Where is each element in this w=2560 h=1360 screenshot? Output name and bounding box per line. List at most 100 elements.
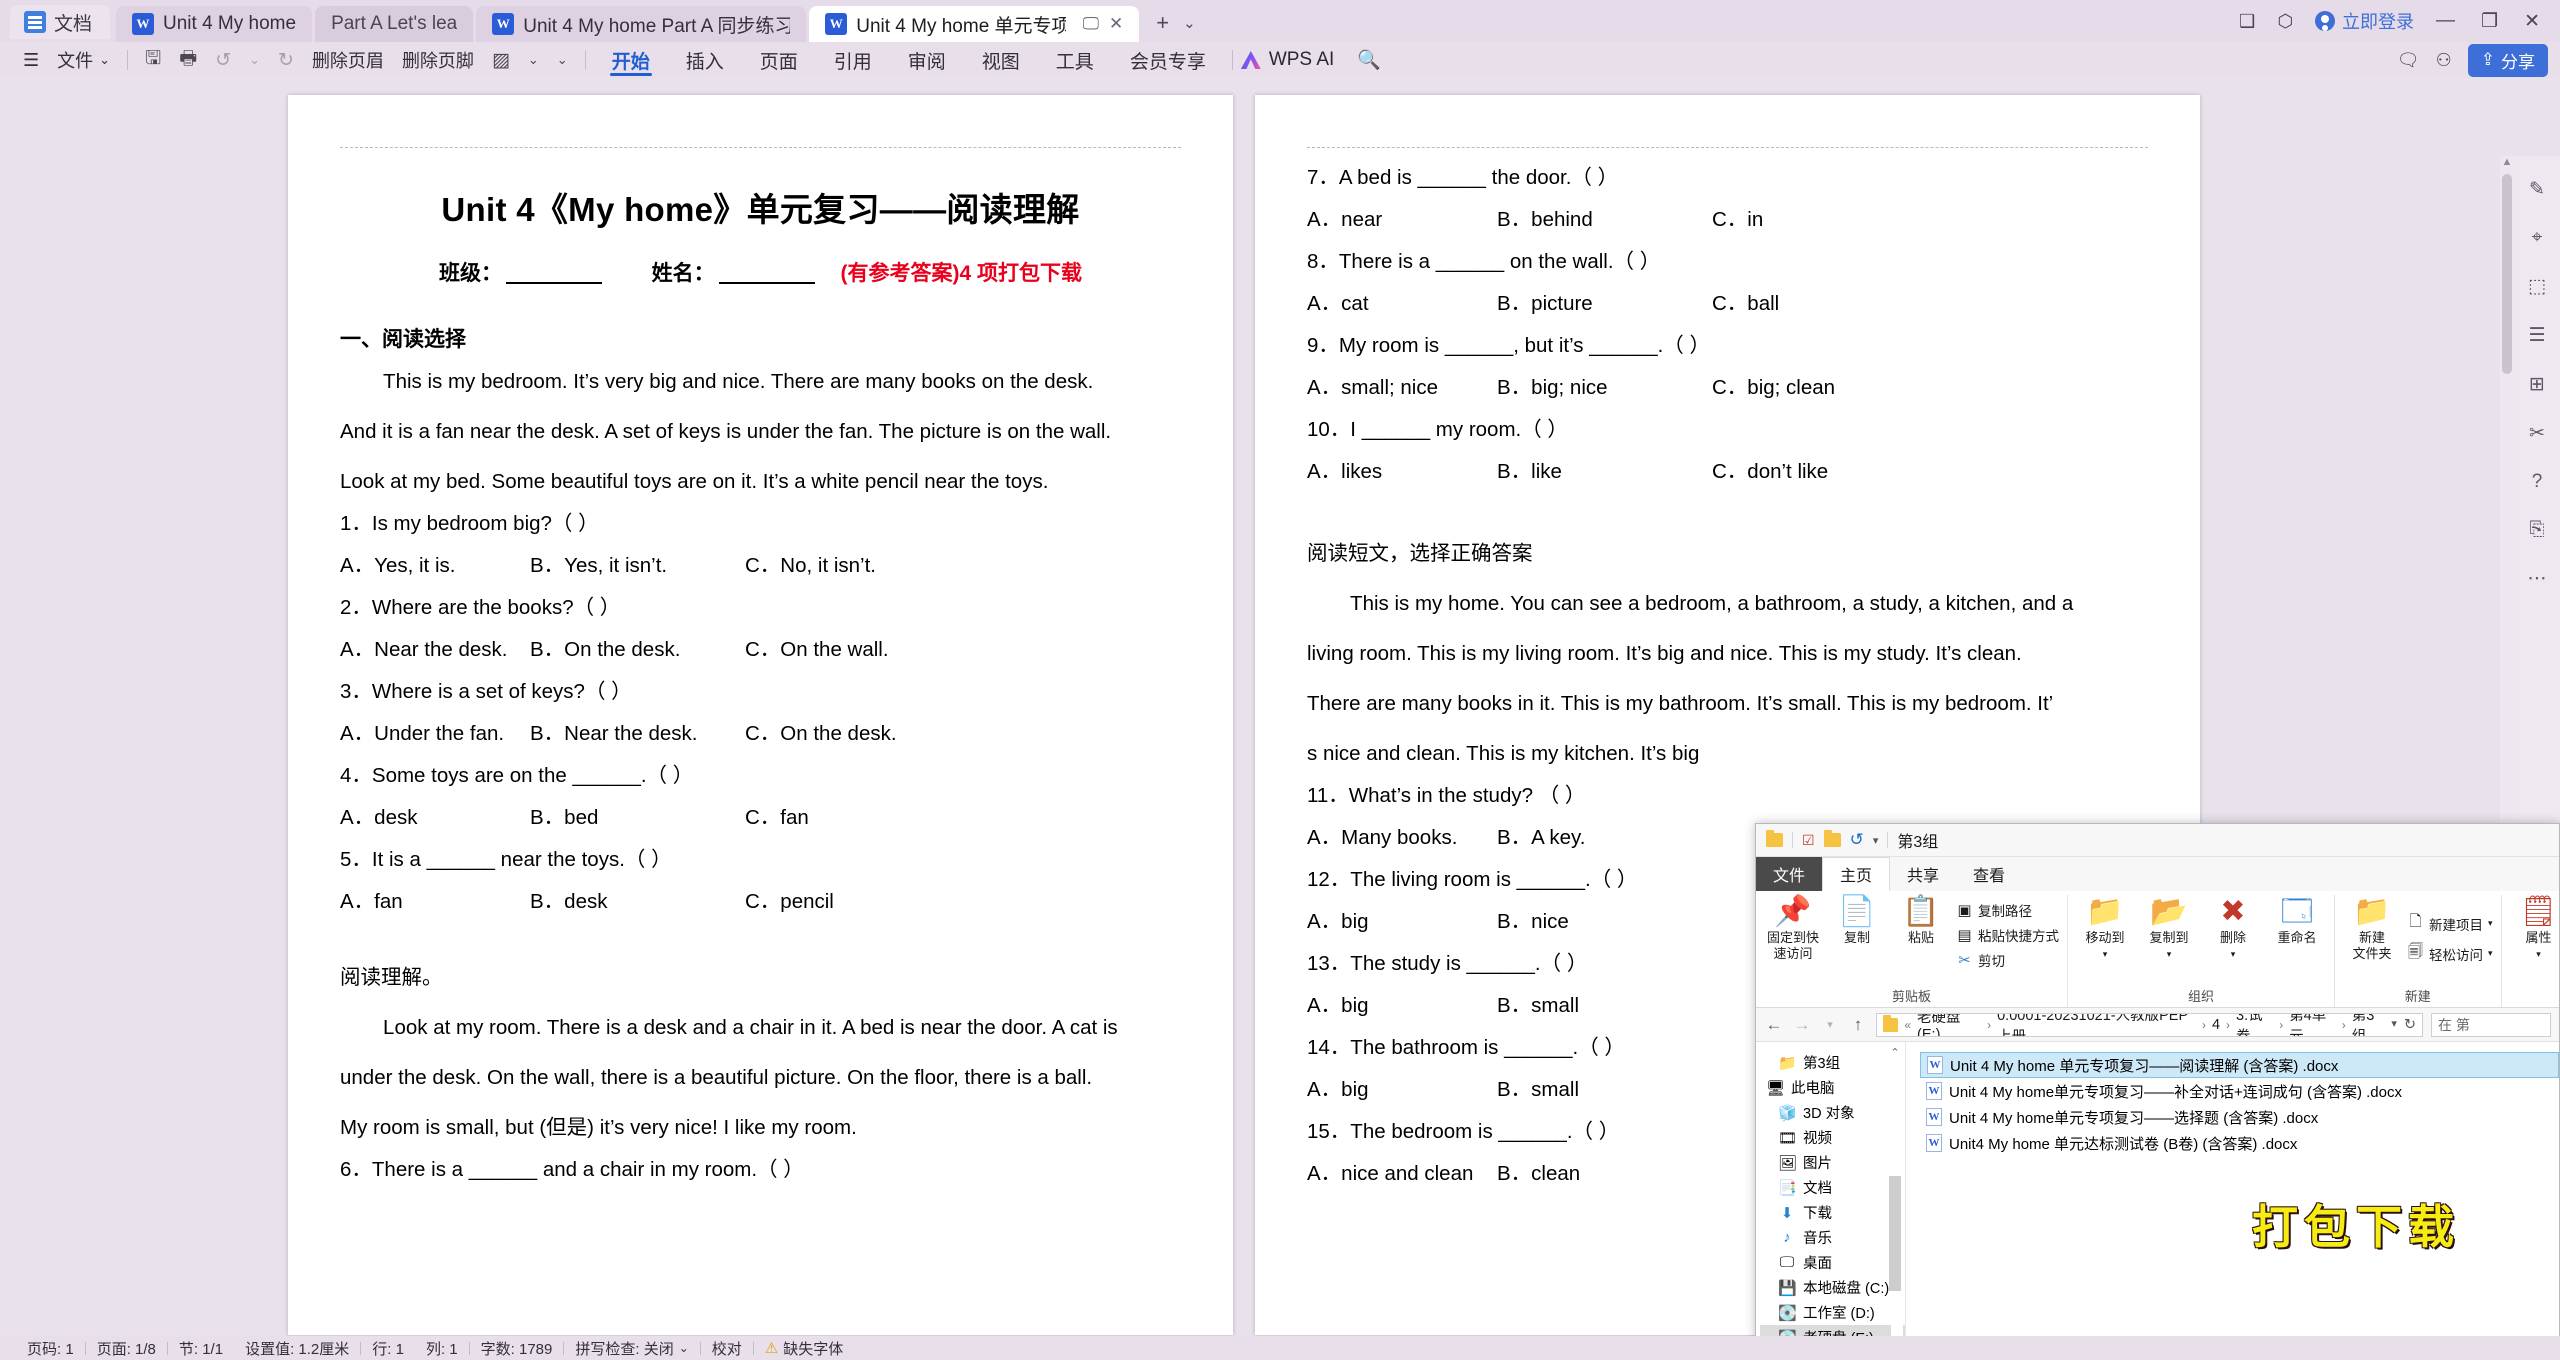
- breadcrumb-item-2[interactable]: 4: [2212, 1017, 2220, 1033]
- tab-tools[interactable]: 工具: [1038, 44, 1112, 76]
- move-to-button[interactable]: 📁 移动到 ▾: [2076, 897, 2134, 961]
- nav-item-videos[interactable]: 🎞 视频: [1760, 1125, 1905, 1150]
- undo-icon[interactable]: ↺: [206, 45, 240, 75]
- qat-overflow-chevron-down-icon[interactable]: ⌄: [548, 45, 577, 75]
- recent-locations-chevron-down-icon[interactable]: ▾: [1820, 1018, 1840, 1031]
- scissors-icon[interactable]: ✂: [2529, 422, 2545, 445]
- option-c[interactable]: C．don’t like: [1712, 451, 1828, 493]
- option-a[interactable]: A．Many books.: [1307, 817, 1497, 859]
- file-menu-button[interactable]: 文件 ⌄: [48, 45, 119, 75]
- document-page-1[interactable]: Unit 4《My home》单元复习——阅读理解 班级： 姓名： (有参考答案…: [288, 95, 1233, 1335]
- option-c[interactable]: C．big; clean: [1712, 367, 1835, 409]
- option-b[interactable]: B．Near the desk.: [530, 713, 745, 755]
- search-icon[interactable]: 🔍: [1348, 45, 1390, 75]
- nav-item-group3[interactable]: 📁 第3组: [1760, 1050, 1905, 1075]
- nav-item-downloads[interactable]: ⬇ 下载: [1760, 1200, 1905, 1225]
- breadcrumb-item-3[interactable]: 3.试卷: [2236, 1014, 2273, 1036]
- maximize-button[interactable]: ❐: [2481, 10, 2498, 33]
- nav-item-music[interactable]: ♪ 音乐: [1760, 1225, 1905, 1250]
- cube-icon[interactable]: ⬡: [2277, 11, 2293, 32]
- copy-button[interactable]: 📄 复制: [1828, 897, 1886, 946]
- status-section[interactable]: 节: 1/1: [168, 1338, 234, 1359]
- refresh-icon[interactable]: ↻: [2404, 1017, 2416, 1033]
- option-a[interactable]: A．Near the desk.: [340, 629, 530, 671]
- breadcrumb-item-0[interactable]: 老硬盘 (E:): [1917, 1014, 1981, 1036]
- clipboard-icon[interactable]: ⎘: [2529, 519, 2544, 541]
- breadcrumb-item-5[interactable]: 第3组: [2352, 1014, 2386, 1036]
- option-a[interactable]: A．nice and clean: [1307, 1153, 1497, 1195]
- tab-close-icon[interactable]: ✕: [1109, 14, 1123, 34]
- tab-page[interactable]: 页面: [742, 44, 816, 76]
- explorer-tab-share[interactable]: 共享: [1890, 857, 1956, 891]
- option-c[interactable]: C．fan: [745, 797, 809, 839]
- status-col[interactable]: 列: 1: [415, 1338, 469, 1359]
- option-c[interactable]: C．pencil: [745, 881, 834, 923]
- undo-icon[interactable]: ↺: [1850, 830, 1864, 850]
- file-row[interactable]: W Unit 4 My home单元专项复习——选择题 (含答案) .docx: [1920, 1104, 2559, 1130]
- explorer-tab-file[interactable]: 文件: [1756, 857, 1823, 891]
- more-options-icon[interactable]: ⋯: [2528, 567, 2547, 590]
- option-a[interactable]: A．Yes, it is.: [340, 545, 530, 587]
- tab-view[interactable]: 视图: [964, 44, 1038, 76]
- remove-footer-button[interactable]: 删除页脚: [393, 45, 483, 75]
- copy-to-button[interactable]: 📂 复制到 ▾: [2140, 897, 2198, 961]
- forward-icon[interactable]: →: [1792, 1015, 1812, 1035]
- breadcrumb[interactable]: « 老硬盘 (E:) › 0.0001-20231021-人教版PEP上册 › …: [1876, 1012, 2423, 1037]
- file-row[interactable]: W Unit 4 My home 单元专项复习——阅读理解 (含答案) .doc…: [1920, 1052, 2559, 1078]
- toc-icon[interactable]: ☰: [2528, 324, 2545, 347]
- search-input[interactable]: 在 第: [2431, 1012, 2551, 1037]
- back-icon[interactable]: ←: [1764, 1015, 1784, 1035]
- save-icon[interactable]: 🖫: [136, 45, 170, 75]
- status-proofread[interactable]: 校对: [701, 1338, 753, 1359]
- print-icon[interactable]: 🖶: [170, 45, 206, 75]
- collaborate-icon[interactable]: ⚇: [2436, 50, 2452, 71]
- window-layout-icon[interactable]: ❑: [2239, 11, 2255, 32]
- class-blank[interactable]: [505, 282, 602, 284]
- option-a[interactable]: A．big: [1307, 985, 1497, 1027]
- option-b[interactable]: B．like: [1497, 451, 1712, 493]
- status-page-count[interactable]: 页面: 1/8: [86, 1338, 167, 1359]
- delete-button[interactable]: ✖ 删除 ▾: [2204, 897, 2262, 961]
- option-b[interactable]: B．small: [1497, 985, 1712, 1027]
- scroll-up-arrow-icon[interactable]: ▲: [2500, 156, 2514, 172]
- paste-shortcut-button[interactable]: ▤ 粘贴快捷方式: [1956, 925, 2059, 945]
- up-icon[interactable]: ↑: [1848, 1015, 1868, 1035]
- status-row[interactable]: 行: 1: [361, 1338, 415, 1359]
- nav-item-local-disk-c[interactable]: 💾 本地磁盘 (C:): [1760, 1275, 1905, 1300]
- minimize-button[interactable]: —: [2436, 10, 2455, 32]
- option-a[interactable]: A．small; nice: [1307, 367, 1497, 409]
- option-a[interactable]: A．big: [1307, 1069, 1497, 1111]
- tab-unit4-my-home[interactable]: W Unit 4 My home: [116, 6, 313, 42]
- help-icon[interactable]: ?: [2532, 471, 2543, 493]
- pen-icon[interactable]: ✎: [2529, 178, 2545, 201]
- redo-icon[interactable]: ↻: [269, 45, 303, 75]
- status-spellcheck[interactable]: 拼写检查: 关闭 ⌄: [564, 1338, 699, 1359]
- nav-item-3d-objects[interactable]: 🧊 3D 对象: [1760, 1100, 1905, 1125]
- new-item-button[interactable]: 🗋 新建项目 ▾: [2407, 911, 2492, 936]
- option-b[interactable]: B．A key.: [1497, 817, 1712, 859]
- file-explorer-window[interactable]: ☑ ↺ ▾ 第3组 文件 主页 共享 查看 📌 固定到快 速访问 📄 复制 📋 …: [1755, 823, 2560, 1360]
- option-a[interactable]: A．cat: [1307, 283, 1497, 325]
- documents-home-chip[interactable]: 文档: [10, 5, 111, 39]
- file-row[interactable]: W Unit4 My home 单元达标测试卷 (B卷) (含答案) .docx: [1920, 1130, 2559, 1156]
- scrollbar-thumb[interactable]: [2502, 174, 2512, 374]
- explorer-tab-view[interactable]: 查看: [1956, 857, 2022, 891]
- option-b[interactable]: B．desk: [530, 881, 745, 923]
- tab-member-exclusive[interactable]: 会员专享: [1112, 44, 1224, 76]
- remove-header-button[interactable]: 删除页眉: [303, 45, 393, 75]
- option-c[interactable]: C．ball: [1712, 283, 1779, 325]
- tab-insert[interactable]: 插入: [668, 44, 742, 76]
- explorer-navigation-pane[interactable]: 📁 第3组 🖥 此电脑 🧊 3D 对象 🎞 视频 🖼 图片 📑 文档 ⬇ 下载 …: [1756, 1042, 1906, 1352]
- status-setting-value[interactable]: 设置值: 1.2厘米: [234, 1338, 360, 1359]
- copy-path-button[interactable]: ▣ 复制路径: [1956, 900, 2059, 920]
- option-a[interactable]: A．near: [1307, 199, 1497, 241]
- option-b[interactable]: B．picture: [1497, 283, 1712, 325]
- format-painter-chevron-down-icon[interactable]: ⌄: [519, 45, 548, 75]
- option-a[interactable]: A．desk: [340, 797, 530, 839]
- tab-part-a-lets-learn[interactable]: Part A Let's lea: [315, 6, 474, 42]
- menu-hamburger-icon[interactable]: ☰: [14, 45, 48, 75]
- tab-reference[interactable]: 引用: [816, 44, 890, 76]
- share-button[interactable]: ⇪ 分享: [2467, 43, 2548, 77]
- option-a[interactable]: A．Under the fan.: [340, 713, 530, 755]
- option-a[interactable]: A．fan: [340, 881, 530, 923]
